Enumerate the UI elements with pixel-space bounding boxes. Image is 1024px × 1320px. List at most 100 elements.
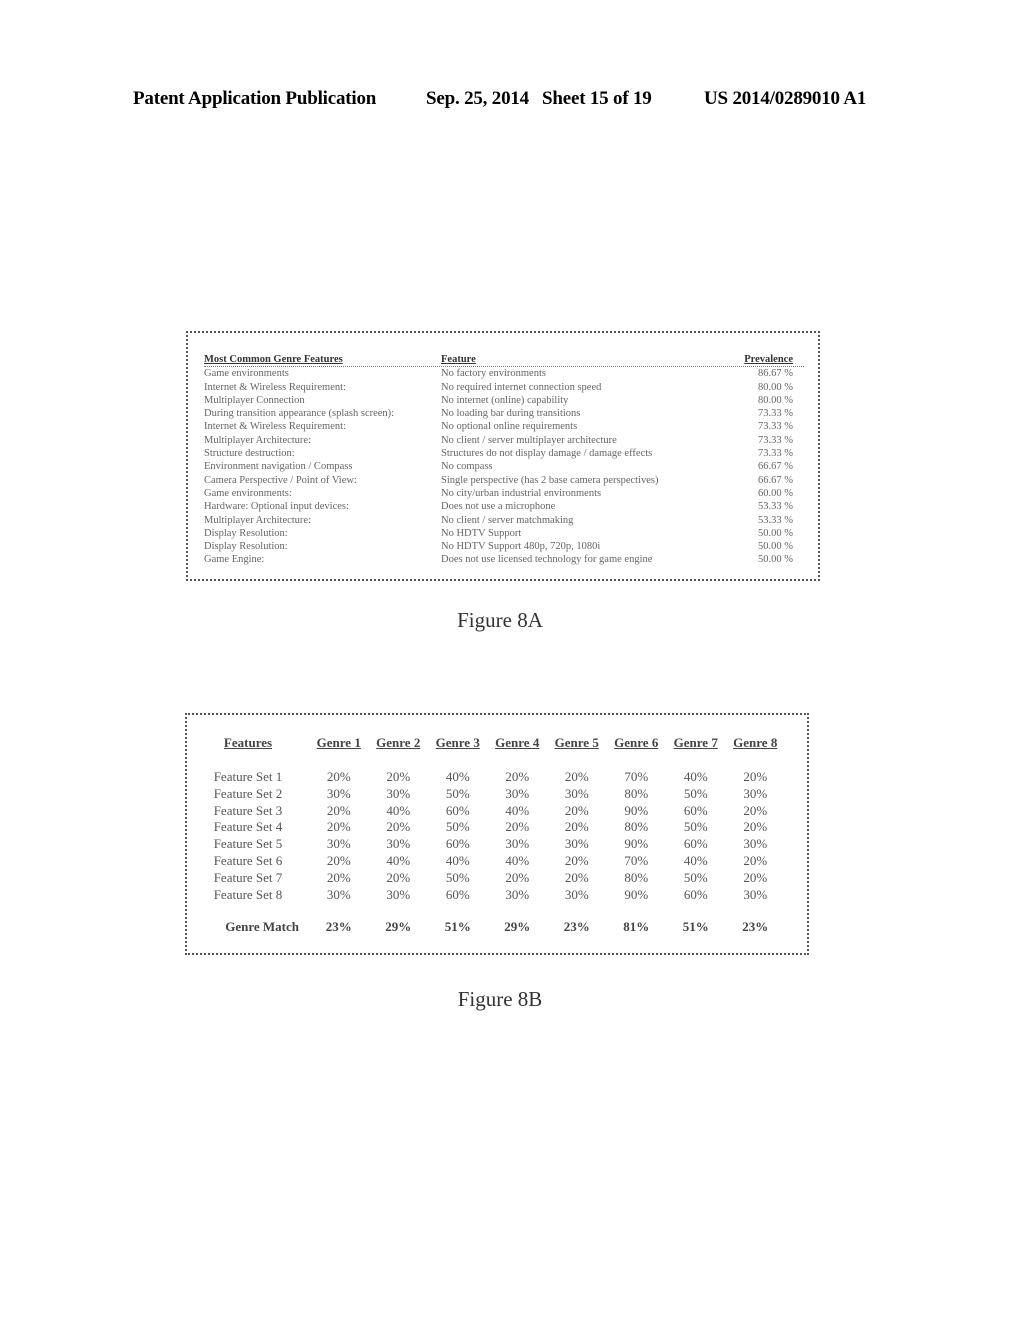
percentage-cell: 30% (386, 836, 411, 852)
genre-feature-cell: Multiplayer Connection (204, 394, 305, 406)
percentage-cell: 30% (386, 785, 411, 801)
percentage-cell: 50% (683, 785, 708, 801)
percentage-cell: 20% (505, 869, 530, 885)
table-row: Feature Set 4 20% 20% 50% 20% 20% 80% 50% 20% (187, 819, 807, 836)
percentage-cell: 30% (564, 836, 589, 852)
percentage-cell: 20% (326, 869, 351, 885)
percentage-cell: 30% (326, 785, 351, 801)
feature-cell: No internet (online) capability (441, 394, 569, 406)
percentage-cell: 50% (445, 869, 470, 885)
genre-feature-cell: Structure destruction: (204, 448, 295, 460)
percentage-cell: 20% (386, 819, 411, 835)
table-row: Game environments: No city/urban industri… (204, 487, 804, 500)
percentage-cell: 30% (505, 785, 530, 801)
percentage-cell: 20% (743, 802, 768, 818)
percentage-cell: 30% (743, 886, 768, 902)
patent-number: US 2014/0289010 A1 (704, 88, 867, 109)
percentage-cell: 70% (624, 769, 649, 784)
table-row: Camera Perspective / Point of View: Singl… (204, 474, 804, 487)
genre-match-cell: 51% (682, 919, 709, 935)
percentage-cell: 30% (743, 785, 768, 801)
column-header-prevalence: Prevalence (744, 354, 793, 365)
prevalence-cell: 50.00 % (758, 541, 793, 553)
feature-cell: No client / server matchmaking (441, 514, 574, 526)
percentage-cell: 30% (326, 836, 351, 852)
genre-feature-cell: Internet & Wireless Requirement: (204, 421, 346, 433)
percentage-cell: 20% (564, 852, 589, 868)
column-header-features: Features (223, 735, 273, 750)
percentage-cell: 30% (326, 886, 351, 902)
percentage-cell: 20% (743, 852, 768, 868)
table-row: Game environments No factory environments… (204, 367, 804, 380)
feature-set-label: Feature Set 4 (213, 819, 283, 835)
percentage-cell: 60% (445, 886, 470, 902)
genre-feature-cell: Display Resolution: (204, 541, 288, 553)
percentage-cell: 50% (445, 785, 470, 801)
feature-set-label: Feature Set 5 (213, 836, 283, 852)
percentage-cell: 80% (624, 785, 649, 801)
percentage-cell: 20% (564, 819, 589, 835)
percentage-cell: 70% (624, 852, 649, 868)
genre-feature-cell: During transition appearance (splash scr… (204, 408, 395, 420)
feature-cell: No factory environments (441, 368, 546, 380)
table-row: Internet & Wireless Requirement: No requi… (204, 381, 804, 394)
percentage-cell: 90% (624, 836, 649, 852)
table-row: Feature Set 6 20% 40% 40% 40% 20% 70% 40% 20% (187, 853, 807, 870)
percentage-cell: 20% (326, 852, 351, 868)
percentage-cell: 20% (386, 769, 411, 784)
column-header-genre: Genre 4 (495, 735, 540, 750)
percentage-cell: 20% (564, 802, 589, 818)
percentage-cell: 90% (624, 802, 649, 818)
column-header-feature: Feature (441, 354, 476, 365)
column-header-genre: Genre 8 (733, 735, 778, 750)
column-header-genre-features: Most Common Genre Features (204, 354, 343, 365)
feature-cell: Structures do not display damage / damag… (441, 448, 653, 460)
prevalence-cell: 73.33 % (758, 448, 793, 460)
prevalence-cell: 73.33 % (758, 434, 793, 446)
publication-date: Sep. 25, 2014 (426, 88, 529, 109)
feature-cell: No city/urban industrial environments (441, 487, 602, 499)
percentage-cell: 20% (505, 819, 530, 835)
table-row: Feature Set 1 20% 20% 40% 20% 20% 70% 40% 20% (187, 769, 807, 786)
column-header-genre: Genre 5 (554, 735, 599, 750)
feature-cell: Does not use licensed technology for gam… (441, 554, 653, 566)
prevalence-cell: 66.67 % (758, 474, 793, 486)
percentage-cell: 20% (326, 819, 351, 835)
prevalence-cell: 80.00 % (758, 381, 793, 393)
percentage-cell: 30% (505, 836, 530, 852)
percentage-cell: 20% (743, 869, 768, 885)
percentage-cell: 60% (445, 802, 470, 818)
genre-match-cell: 23% (563, 919, 590, 935)
percentage-cell: 40% (505, 852, 530, 868)
percentage-cell: 40% (386, 802, 411, 818)
percentage-cell: 20% (564, 869, 589, 885)
table-row: During transition appearance (splash scr… (204, 407, 804, 420)
feature-cell: No HDTV Support 480p, 720p, 1080i (441, 541, 601, 553)
percentage-cell: 30% (386, 886, 411, 902)
genre-feature-cell: Game environments: (204, 487, 292, 499)
feature-cell: No required internet connection speed (441, 381, 602, 393)
publication-label: Patent Application Publication (133, 88, 377, 109)
percentage-cell: 30% (743, 836, 768, 852)
percentage-cell: 20% (386, 869, 411, 885)
genre-feature-cell: Hardware: Optional input devices: (204, 501, 349, 513)
column-header-genre: Genre 7 (673, 735, 718, 750)
table-row: Multiplayer Connection No internet (onlin… (204, 394, 804, 407)
prevalence-cell: 60.00 % (758, 487, 793, 499)
figure-8a-caption: Figure 8A (457, 608, 543, 632)
percentage-cell: 40% (683, 852, 708, 868)
feature-cell: No client / server multiplayer architect… (441, 434, 617, 446)
table-row: Game Engine: Does not use licensed techno… (204, 553, 804, 566)
genre-feature-cell: Game Engine: (204, 554, 265, 566)
table-row: Internet & Wireless Requirement: No optio… (204, 420, 804, 433)
percentage-cell: 60% (683, 836, 708, 852)
percentage-cell: 80% (624, 819, 649, 835)
table-row: Feature Set 2 30% 30% 50% 30% 30% 80% 50% 30% (187, 786, 807, 803)
feature-set-label: Feature Set 8 (213, 886, 283, 902)
percentage-cell: 20% (564, 769, 589, 784)
feature-cell: No optional online requirements (441, 421, 578, 433)
column-header-genre: Genre 1 (316, 735, 361, 750)
genre-feature-cell: Multiplayer Architecture: (204, 514, 312, 526)
table-row: Structure destruction: Structures do not … (204, 447, 804, 460)
table-row: Feature Set 5 30% 30% 60% 30% 30% 90% 60% 30% (187, 836, 807, 853)
